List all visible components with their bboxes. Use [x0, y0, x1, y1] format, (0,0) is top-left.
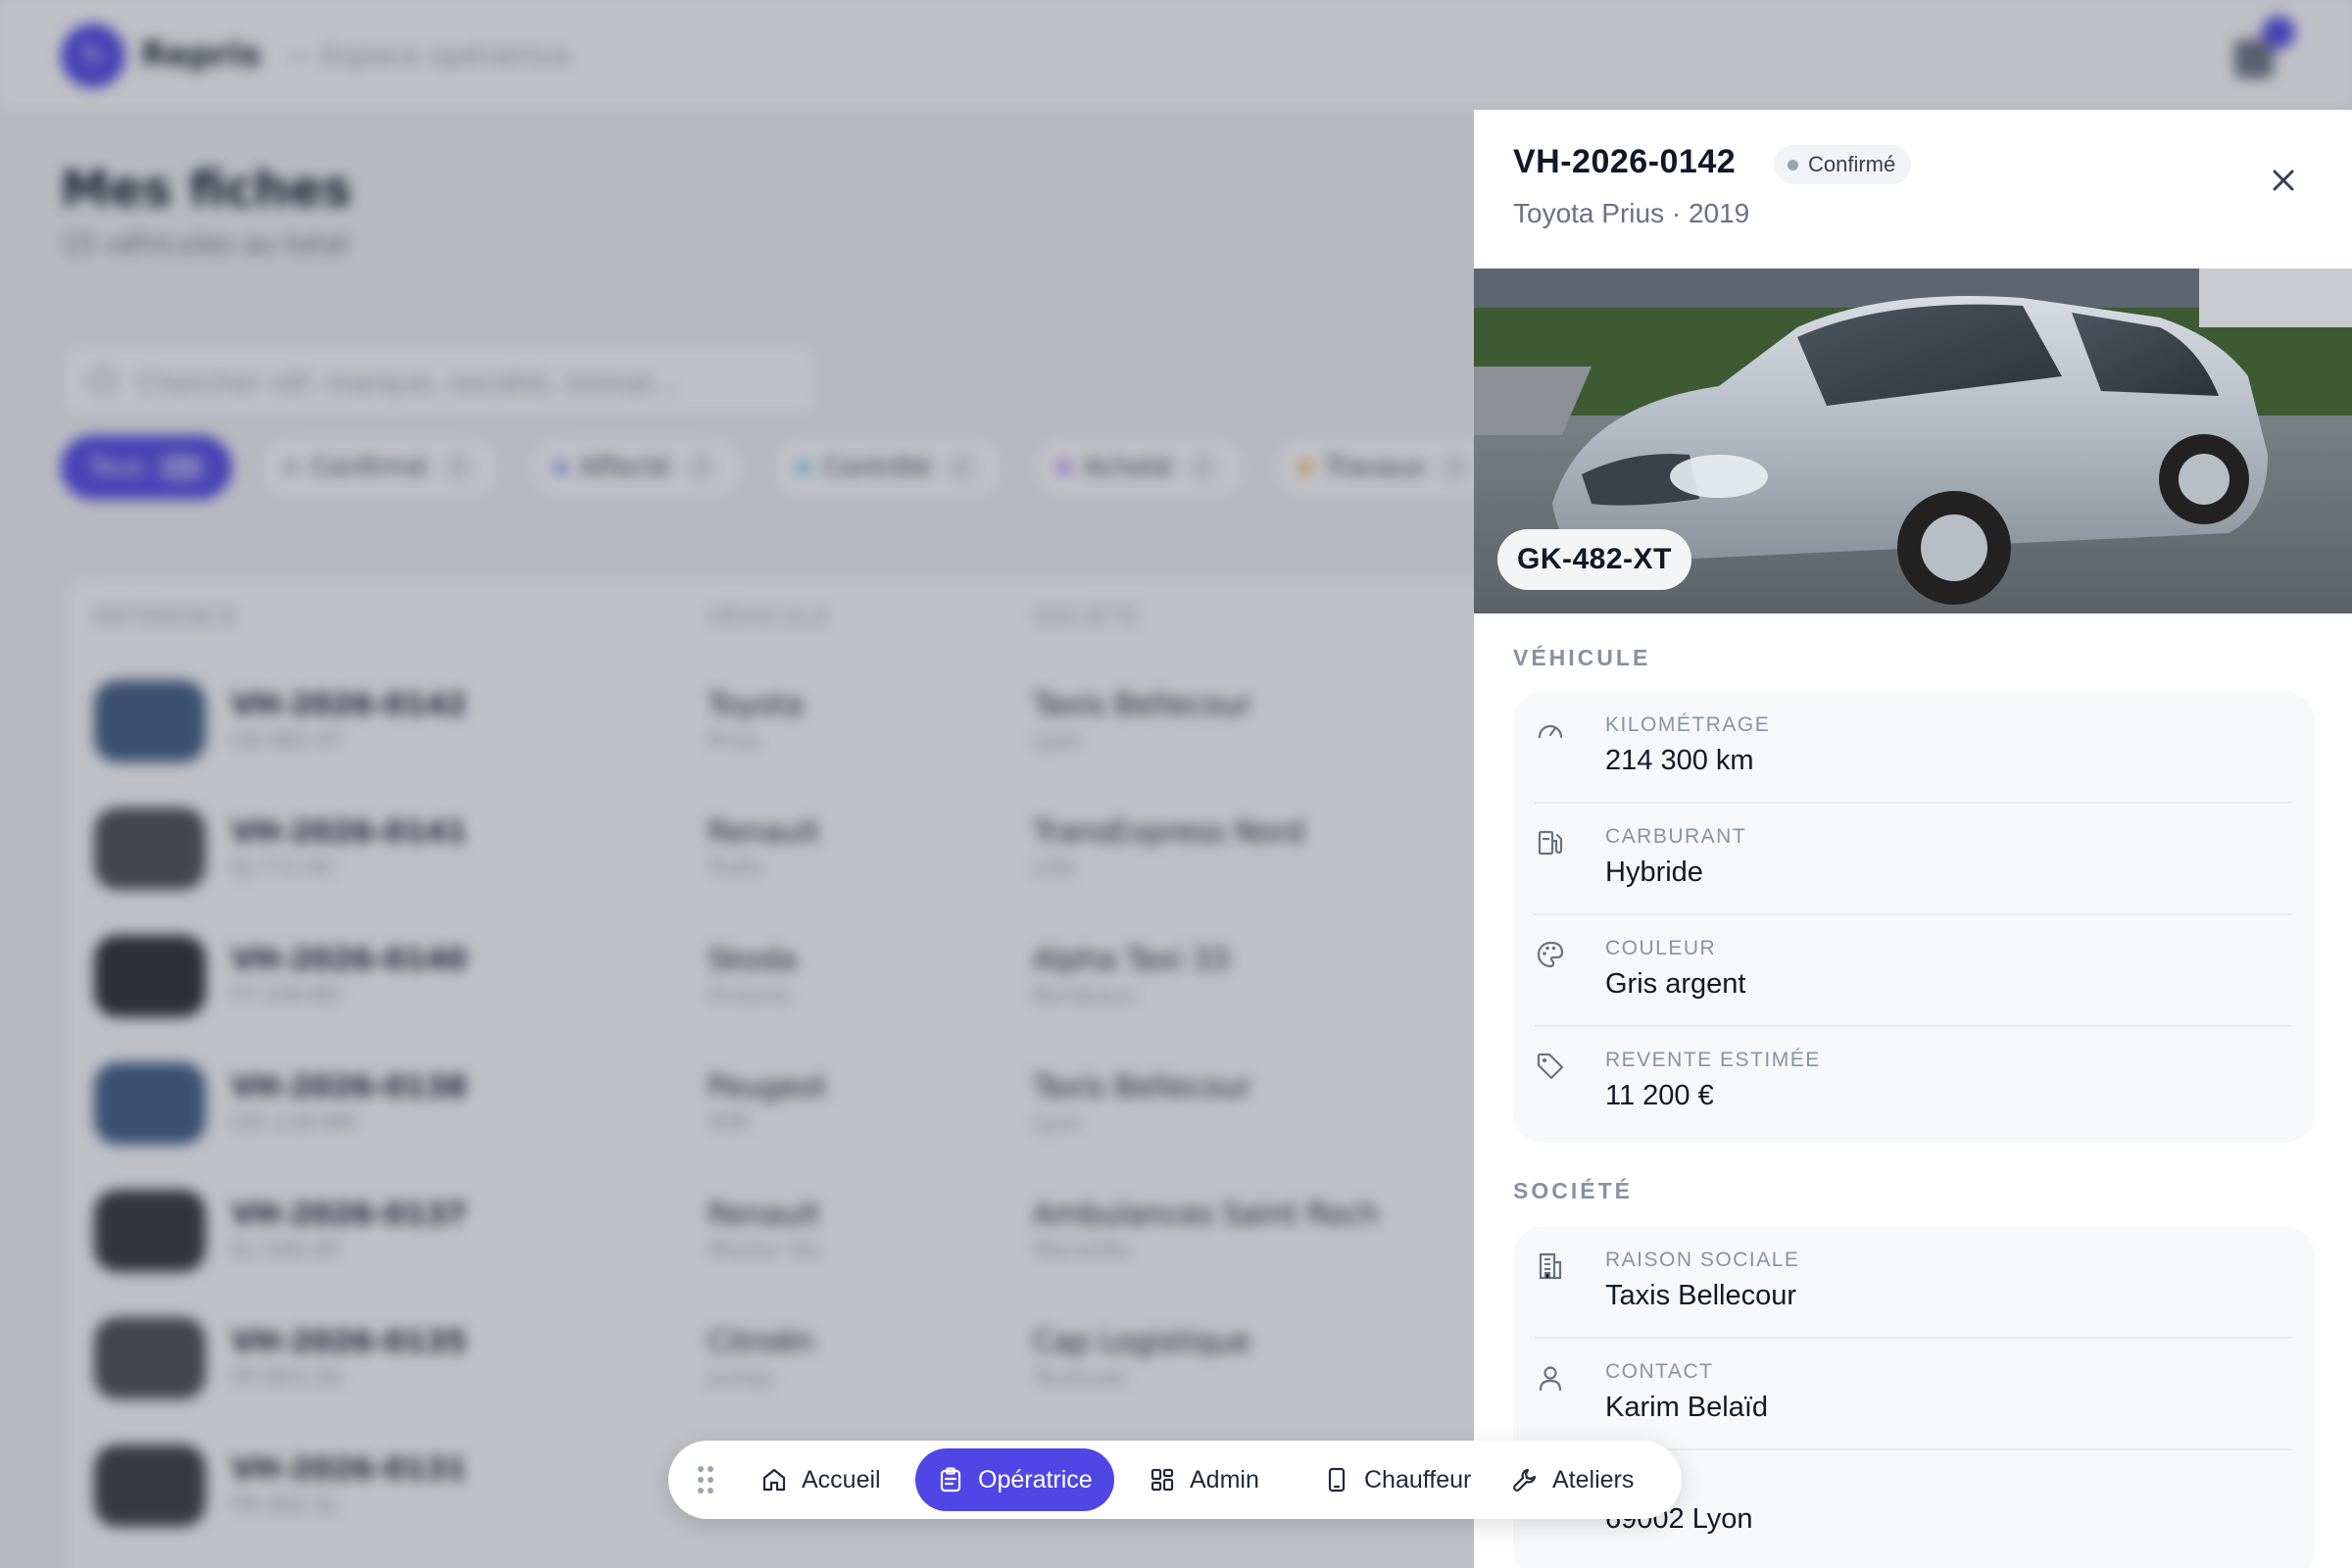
info-contact: CONTACT Karim Belaïd	[1535, 1339, 2291, 1450]
role-switcher-nav: Accueil Opératrice Admin Chauffeur Ateli…	[668, 1441, 1682, 1519]
vehicle-subtitle: Toyota Prius · 2019	[1513, 198, 1750, 228]
section-label-company: SOCIÉTÉ	[1513, 1178, 1633, 1203]
nav-label: Admin	[1190, 1465, 1259, 1494]
nav-item-ateliers[interactable]: Ateliers	[1490, 1448, 1655, 1511]
info-label: CONTACT	[1605, 1360, 1714, 1383]
status-label: Confirmé	[1808, 152, 1896, 176]
nav-item-accueil[interactable]: Accueil	[739, 1448, 903, 1511]
info-company-name: RAISON SOCIALE Taxis Bellecour	[1535, 1227, 2291, 1339]
user-icon	[1539, 1366, 1562, 1392]
tag-icon	[1537, 1053, 1564, 1080]
nav-label: Chauffeur	[1364, 1465, 1472, 1494]
info-value: Karim Belaïd	[1605, 1392, 1769, 1423]
close-button[interactable]	[2262, 159, 2305, 202]
fuel-pump-icon	[1538, 830, 1563, 856]
info-label: COULEUR	[1605, 937, 1717, 959]
drag-handle-icon[interactable]	[694, 1462, 717, 1497]
vehicle-photo: GK-482-XT	[1474, 269, 2352, 613]
status-badge: Confirmé	[1774, 145, 1912, 184]
info-value: 214 300 km	[1605, 745, 1754, 776]
section-label-vehicle: VÉHICULE	[1513, 645, 1651, 670]
info-value: Hybride	[1605, 857, 1703, 888]
building-icon	[1539, 1252, 1562, 1280]
info-value: Gris argent	[1605, 968, 1746, 1000]
info-label: CARBURANT	[1605, 825, 1747, 848]
nav-label: Accueil	[802, 1465, 881, 1494]
palette-icon	[1537, 941, 1564, 968]
close-icon	[2273, 170, 2294, 191]
info-label: RAISON SOCIALE	[1605, 1249, 1800, 1271]
info-value: Taxis Bellecour	[1605, 1280, 1797, 1311]
status-dot	[1788, 159, 1798, 171]
info-resale: REVENTE ESTIMÉE 11 200 €	[1535, 1027, 2291, 1139]
info-value: 11 200 €	[1605, 1080, 1714, 1111]
info-fuel: CARBURANT Hybride	[1535, 804, 2291, 915]
info-mileage: KILOMÉTRAGE 214 300 km	[1535, 692, 2291, 804]
nav-item-admin[interactable]: Admin	[1127, 1448, 1281, 1511]
nav-item-chauffeur[interactable]: Chauffeur	[1301, 1448, 1493, 1511]
info-label: REVENTE ESTIMÉE	[1605, 1049, 1821, 1071]
info-label: KILOMÉTRAGE	[1605, 713, 1771, 736]
license-plate: GK-482-XT	[1497, 529, 1691, 590]
nav-label: Ateliers	[1552, 1465, 1635, 1494]
nav-item-operatrice[interactable]: Opératrice	[915, 1448, 1114, 1511]
wrench-icon	[1513, 1468, 1537, 1492]
info-color: COULEUR Gris argent	[1535, 915, 2291, 1027]
phone-icon	[1328, 1467, 1346, 1493]
vehicle-info-card: KILOMÉTRAGE 214 300 km CARBURANT Hybride…	[1513, 692, 2315, 1143]
clipboard-icon	[940, 1467, 961, 1493]
gauge-icon	[1538, 724, 1563, 739]
grid-icon	[1151, 1468, 1174, 1492]
home-icon	[762, 1468, 786, 1492]
vehicle-detail-drawer: VH-2026-0142 Confirmé Toyota Prius · 201…	[1474, 110, 2352, 1568]
nav-label: Opératrice	[978, 1465, 1093, 1494]
vehicle-reference: VH-2026-0142	[1513, 143, 1737, 180]
